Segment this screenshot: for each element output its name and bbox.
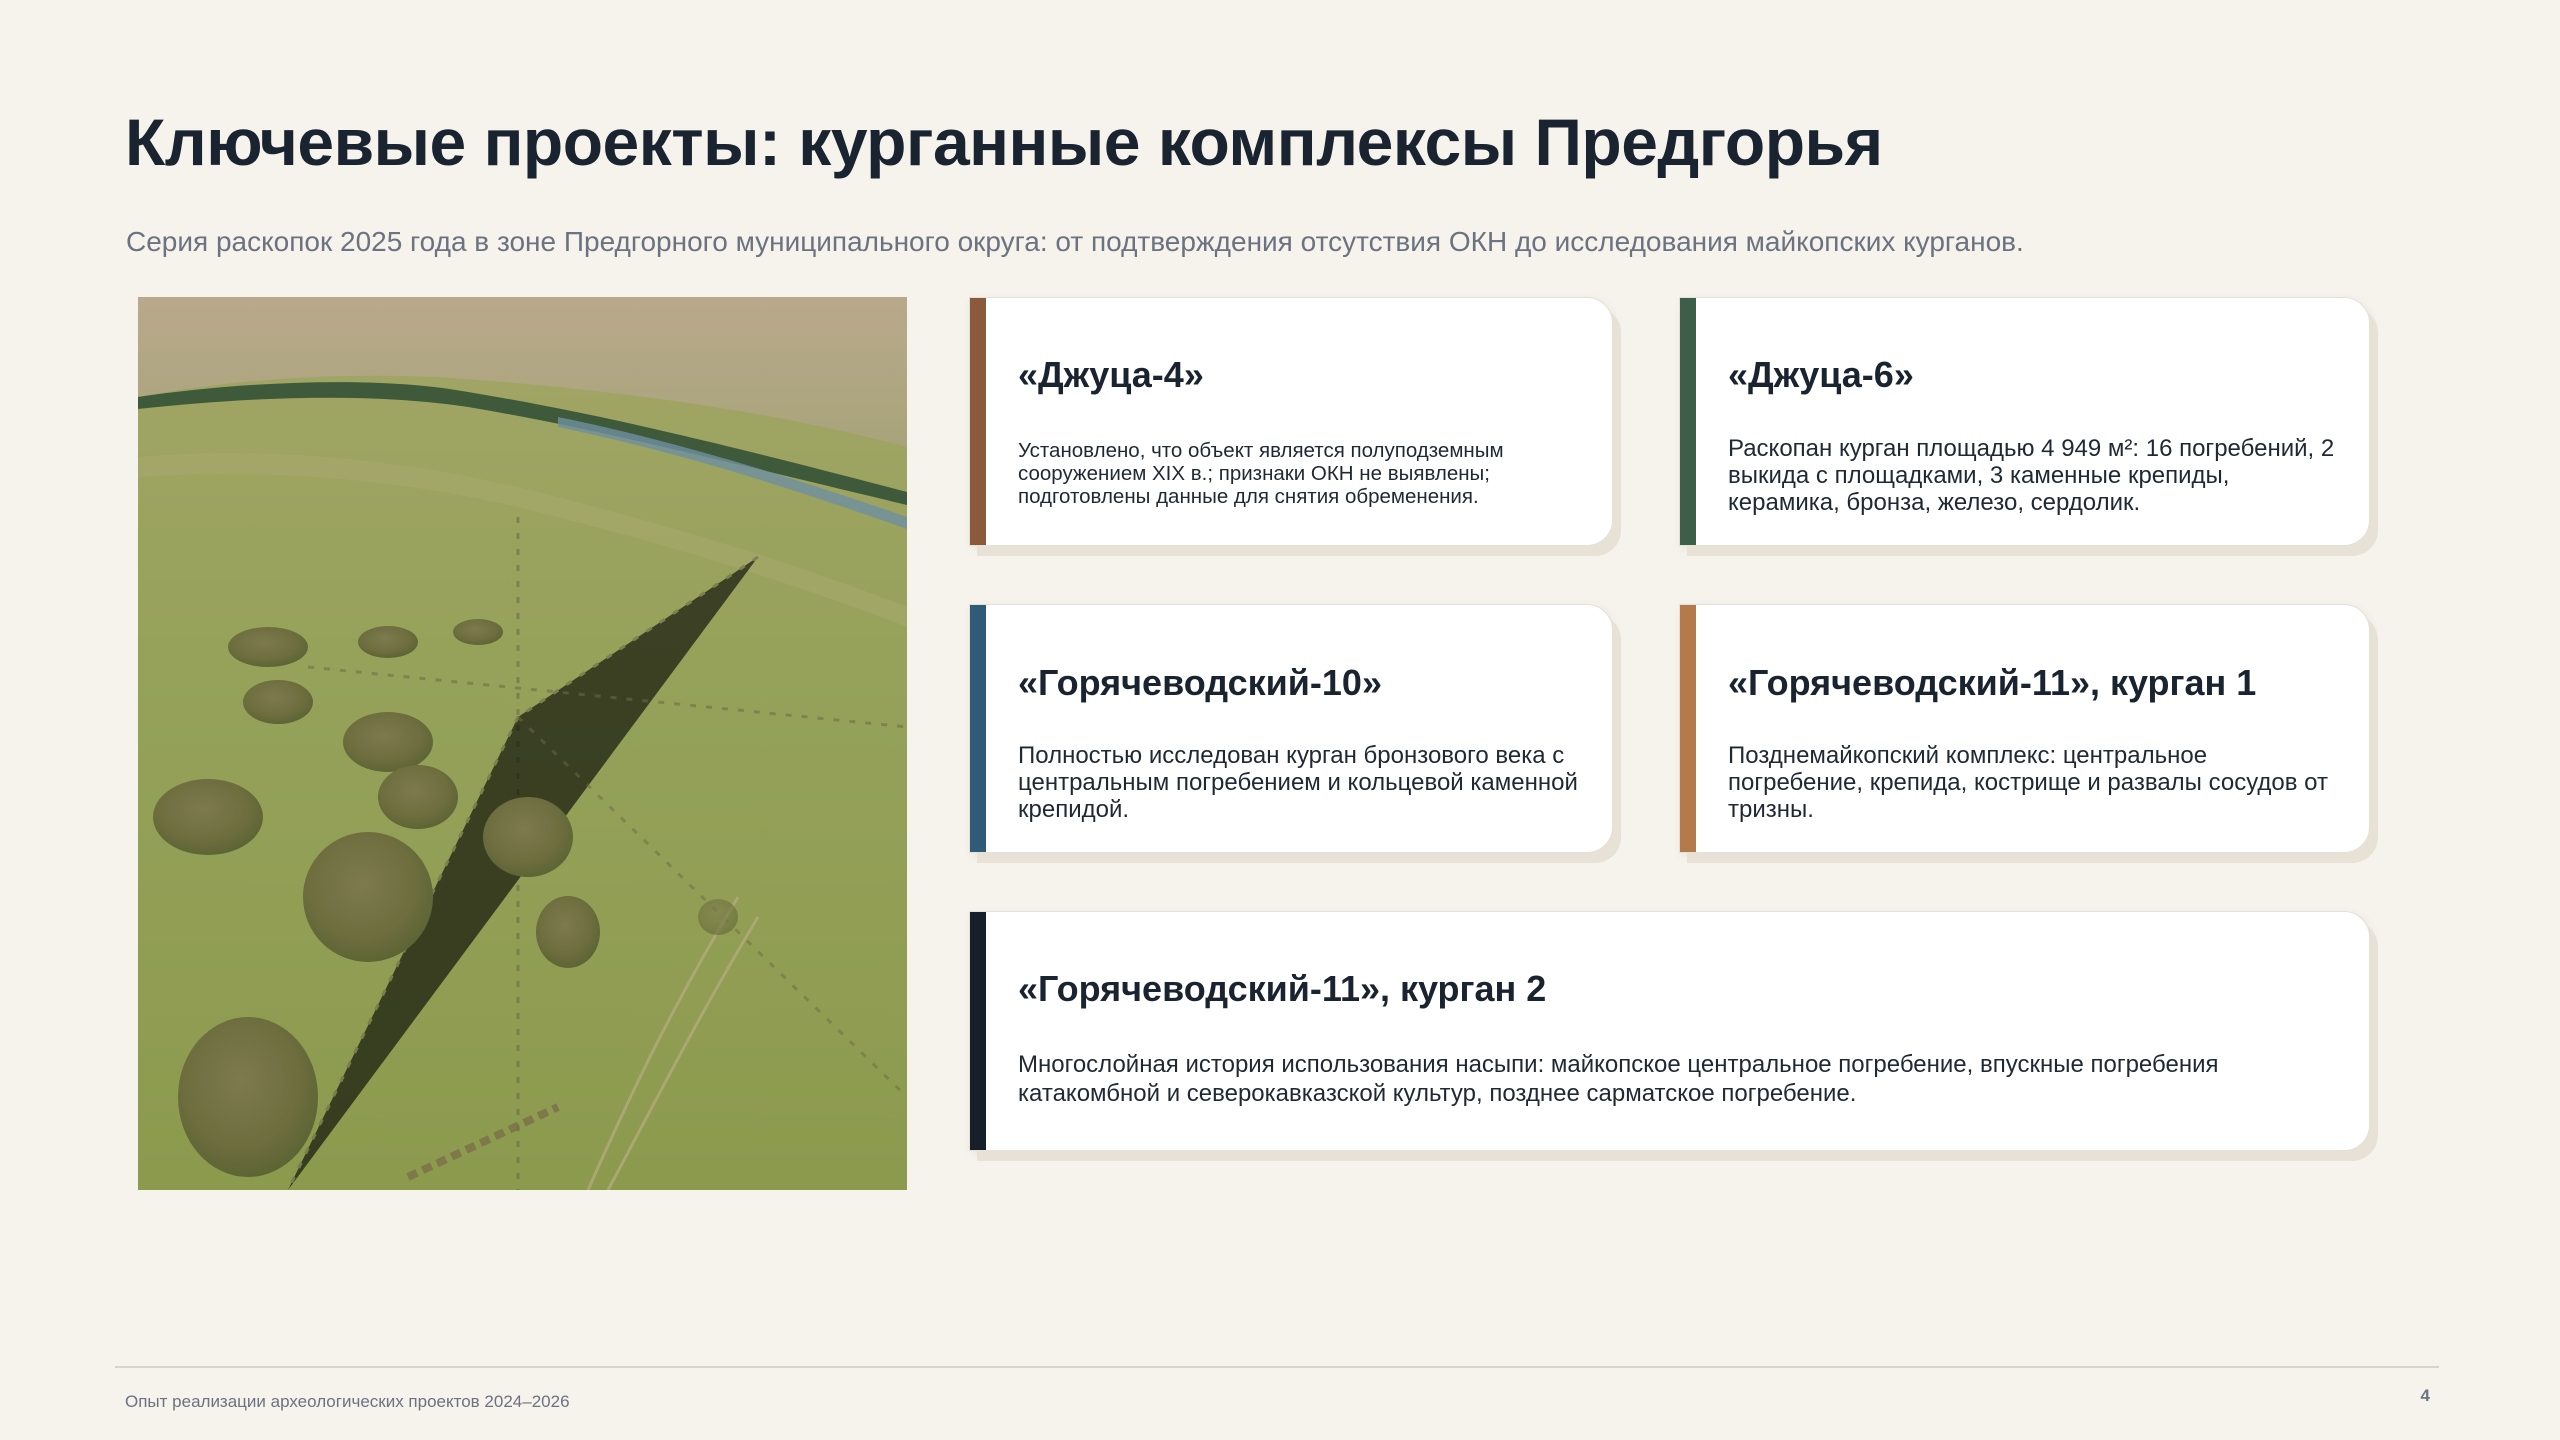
card-accent-bar [970, 912, 986, 1150]
card-title: «Горячеводский-10» [1018, 662, 1382, 703]
card-accent-bar [970, 298, 986, 545]
card-text: Многослойная история использования насып… [1018, 1051, 2219, 1107]
slide: Ключевые проекты: курганные комплексы Пр… [0, 0, 2560, 1440]
project-card-dzhutsa-6: «Джуца-6» Раскопан курган площадью 4 949… [1679, 297, 2370, 546]
card-title: «Горячеводский-11», курган 2 [1018, 968, 1547, 1009]
card-text: Раскопан курган площадью 4 949 м²: 16 по… [1728, 435, 2335, 516]
card-accent-bar [1680, 298, 1696, 545]
page-number: 4 [2420, 1386, 2430, 1405]
aerial-photo [138, 297, 907, 1190]
card-title: «Джуца-4» [1018, 354, 1204, 395]
card-accent-bar [970, 605, 986, 852]
card-title: «Джуца-6» [1728, 354, 1914, 395]
card-text: Полностью исследован курган бронзового в… [1018, 742, 1578, 823]
card-accent-bar [1680, 605, 1696, 852]
project-card-dzhutsa-4: «Джуца-4» Установлено, что объект являет… [969, 297, 1613, 546]
project-card-goryachevodsky-11-kurgan-1: «Горячеводский-11», курган 1 Позднемайко… [1679, 604, 2370, 853]
page-title: Ключевые проекты: курганные комплексы Пр… [125, 105, 1883, 179]
footer-caption: Опыт реализации археологических проектов… [125, 1392, 570, 1411]
card-text: Позднемайкопский комплекс: центральное п… [1728, 742, 2328, 823]
footer-divider [115, 1366, 2439, 1368]
page-subtitle: Серия раскопок 2025 года в зоне Предгорн… [126, 226, 2024, 257]
card-text: Установлено, что объект является полупод… [1018, 439, 1504, 508]
aerial-photo-kurgans-icon [138, 297, 907, 1190]
project-card-goryachevodsky-11-kurgan-2: «Горячеводский-11», курган 2 Многослойна… [969, 911, 2370, 1151]
project-card-goryachevodsky-10: «Горячеводский-10» Полностью исследован … [969, 604, 1613, 853]
card-title: «Горячеводский-11», курган 1 [1728, 662, 2257, 703]
